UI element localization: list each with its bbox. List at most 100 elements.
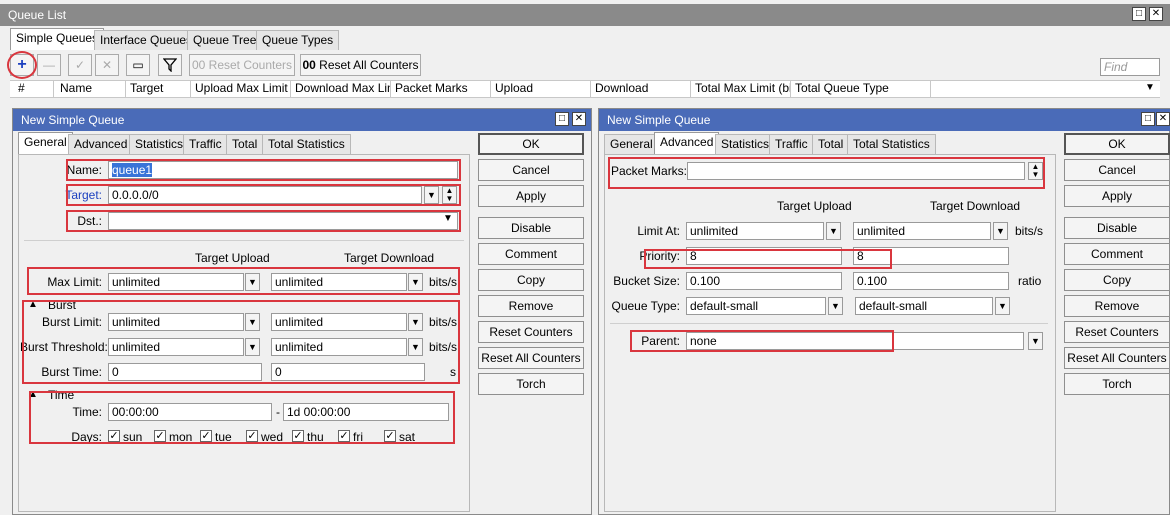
close-icon[interactable]: ✕ — [1149, 7, 1163, 21]
column-header-upload-max-limit[interactable]: Upload Max Limit — [191, 80, 291, 98]
torch-button[interactable]: Torch — [1064, 373, 1170, 395]
max-limit-highlight — [27, 267, 460, 295]
target-download-header: Target Download — [344, 251, 435, 265]
counter-glyph: 00 — [302, 58, 316, 72]
dialog-advanced-titlebar: New Simple Queue — [599, 109, 1170, 131]
reset-counters-button[interactable]: 00 Reset Counters — [189, 54, 295, 76]
tab-general[interactable]: General — [18, 132, 73, 154]
limit-at-label: Limit At: — [637, 224, 680, 238]
restore-icon[interactable]: □ — [555, 112, 569, 126]
bucket-size-upload-input[interactable]: 0.100 — [686, 272, 842, 290]
reset-counters-button[interactable]: Reset Counters — [1064, 321, 1170, 343]
tab-interface-queues[interactable]: Interface Queues — [94, 30, 199, 50]
apply-button[interactable]: Apply — [478, 185, 584, 207]
remove-button[interactable]: — — [37, 54, 61, 76]
tab-total-statistics[interactable]: Total Statistics — [262, 134, 351, 154]
counter-glyph: 00 — [191, 58, 206, 72]
parent-highlight — [630, 330, 894, 352]
chevron-down-icon[interactable]: ▼ — [1145, 82, 1155, 93]
burst-highlight — [22, 300, 460, 384]
reset-all-counters-label: Reset All Counters — [319, 58, 419, 72]
torch-button[interactable]: Torch — [478, 373, 584, 395]
queue-list-title: Queue List — [8, 8, 67, 22]
copy-button[interactable]: Copy — [1064, 269, 1170, 291]
add-highlight — [7, 51, 37, 79]
reset-all-counters-button[interactable]: 00 Reset All Counters — [300, 54, 421, 76]
queue-list-titlebar: Queue List — [0, 4, 1170, 26]
comment-icon[interactable]: ▭ — [126, 54, 150, 76]
ok-button[interactable]: OK — [478, 133, 584, 155]
remove-button[interactable]: Remove — [478, 295, 584, 317]
tab-simple-queues[interactable]: Simple Queues — [10, 28, 105, 50]
tab-queue-tree[interactable]: Queue Tree — [187, 30, 263, 50]
column-header-name[interactable]: Name — [56, 80, 126, 98]
remove-button[interactable]: Remove — [1064, 295, 1170, 317]
priority-highlight — [644, 249, 892, 269]
packet-marks-highlight — [608, 157, 1045, 189]
target-download-header: Target Download — [930, 199, 1021, 213]
target-highlight — [66, 184, 461, 206]
queue-type-label: Queue Type: — [611, 299, 681, 313]
ok-button[interactable]: OK — [1064, 133, 1170, 155]
column-header-total-max-limit[interactable]: Total Max Limit (bi... — [691, 80, 791, 98]
column-header-target[interactable]: Target — [126, 80, 191, 98]
tab-traffic[interactable]: Traffic — [183, 134, 228, 154]
comment-button[interactable]: Comment — [1064, 243, 1170, 265]
copy-button[interactable]: Copy — [478, 269, 584, 291]
tab-general[interactable]: General — [604, 134, 659, 154]
disable-button[interactable]: Disable — [1064, 217, 1170, 239]
column-header-download-max-limit[interactable]: Download Max Limit — [291, 80, 391, 98]
dropdown-icon[interactable]: ▼ — [995, 297, 1010, 315]
bucket-size-label: Bucket Size: — [613, 274, 680, 288]
column-header-number[interactable]: # — [14, 80, 54, 98]
disable-button[interactable]: Disable — [478, 217, 584, 239]
tab-advanced[interactable]: Advanced — [654, 132, 720, 154]
column-header-download[interactable]: Download — [591, 80, 691, 98]
close-icon[interactable]: ✕ — [572, 112, 586, 126]
queue-type-download-select[interactable]: default-small — [855, 297, 993, 315]
find-input[interactable]: Find — [1100, 58, 1160, 76]
filter-icon[interactable] — [158, 54, 182, 76]
comment-button[interactable]: Comment — [478, 243, 584, 265]
tab-traffic[interactable]: Traffic — [769, 134, 814, 154]
limit-at-download-input[interactable]: unlimited — [853, 222, 991, 240]
name-highlight — [66, 159, 461, 181]
column-header-upload[interactable]: Upload — [491, 80, 591, 98]
enable-button[interactable]: ✓ — [68, 54, 92, 76]
cancel-button[interactable]: Cancel — [478, 159, 584, 181]
tab-total[interactable]: Total — [812, 134, 850, 154]
column-header-total-queue-type[interactable]: Total Queue Type — [791, 80, 931, 98]
cancel-button[interactable]: Cancel — [1064, 159, 1170, 181]
dialog-general-title: New Simple Queue — [21, 113, 125, 127]
dropdown-icon[interactable]: ▼ — [1028, 332, 1043, 350]
tab-statistics[interactable]: Statistics — [129, 134, 190, 154]
reset-all-counters-button[interactable]: Reset All Counters — [478, 347, 584, 369]
restore-icon[interactable]: □ — [1141, 112, 1155, 126]
target-upload-header: Target Upload — [777, 199, 852, 213]
target-upload-header: Target Upload — [195, 251, 270, 265]
dropdown-icon[interactable]: ▼ — [993, 222, 1008, 240]
reset-counters-button[interactable]: Reset Counters — [478, 321, 584, 343]
ratio-label: ratio — [1018, 274, 1042, 288]
dropdown-icon[interactable]: ▼ — [826, 222, 841, 240]
reset-counters-label: Reset Counters — [208, 58, 293, 72]
time-highlight — [29, 391, 455, 444]
disable-button[interactable]: ✕ — [95, 54, 119, 76]
queue-type-upload-select[interactable]: default-small — [686, 297, 826, 315]
column-header-packet-marks[interactable]: Packet Marks — [391, 80, 491, 98]
restore-icon[interactable]: □ — [1132, 7, 1146, 21]
tab-total-statistics[interactable]: Total Statistics — [847, 134, 936, 154]
bucket-size-download-input[interactable]: 0.100 — [853, 272, 1009, 290]
dropdown-icon[interactable]: ▼ — [828, 297, 843, 315]
reset-all-counters-button[interactable]: Reset All Counters — [1064, 347, 1170, 369]
tab-statistics[interactable]: Statistics — [715, 134, 776, 154]
close-icon[interactable]: ✕ — [1156, 112, 1170, 126]
dst-highlight — [66, 210, 461, 232]
apply-button[interactable]: Apply — [1064, 185, 1170, 207]
limit-at-upload-input[interactable]: unlimited — [686, 222, 824, 240]
tab-advanced[interactable]: Advanced — [68, 134, 134, 154]
separator — [24, 240, 464, 241]
tab-total[interactable]: Total — [226, 134, 264, 154]
units-label: bits/s — [1015, 224, 1044, 238]
tab-queue-types[interactable]: Queue Types — [256, 30, 340, 50]
